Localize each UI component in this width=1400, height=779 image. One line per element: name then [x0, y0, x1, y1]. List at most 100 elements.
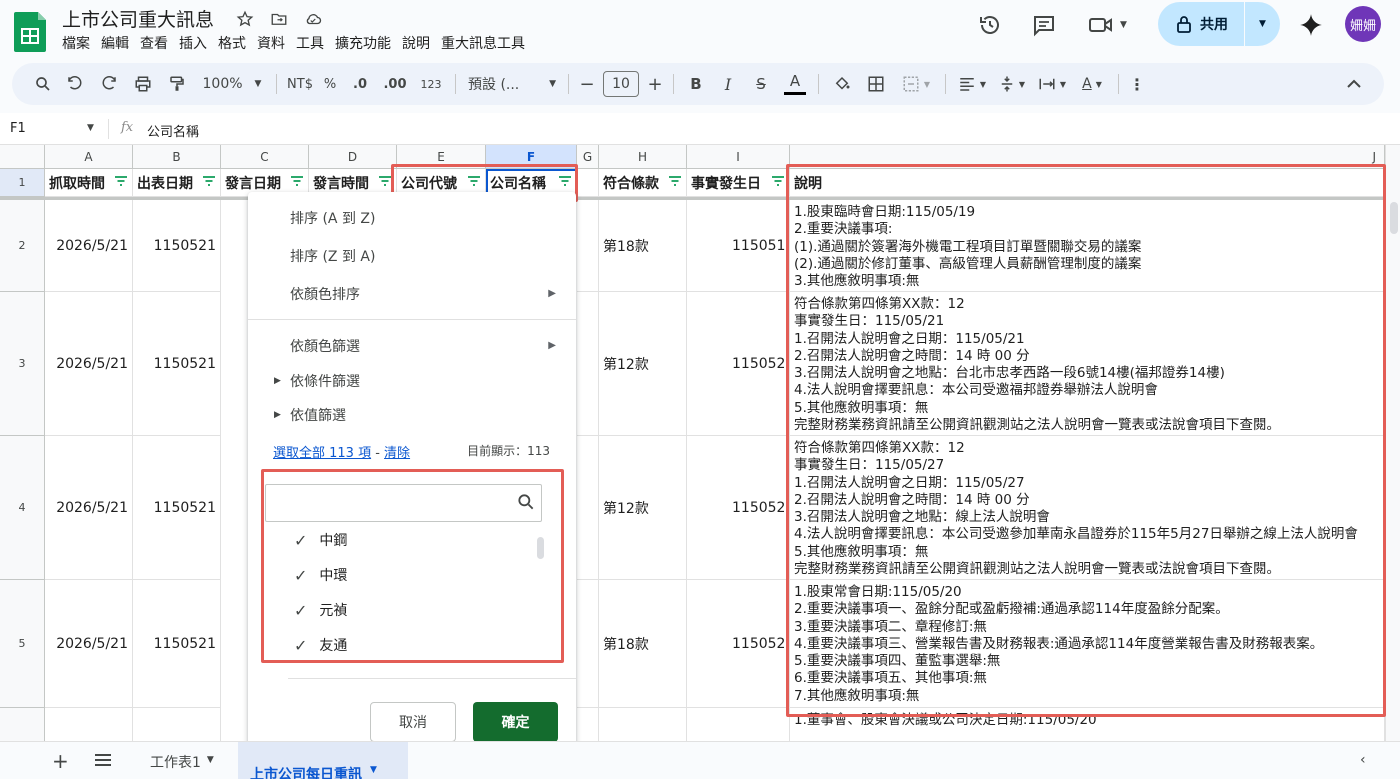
vertical-scrollbar[interactable]	[1385, 145, 1400, 741]
menu-tools[interactable]: 工具	[296, 33, 332, 53]
clear-link[interactable]: 清除	[384, 446, 410, 461]
cell-a5[interactable]: 2026/5/21	[45, 580, 133, 708]
menu-view[interactable]: 查看	[140, 33, 176, 53]
cloud-saved-icon[interactable]	[302, 8, 324, 30]
row-header-5[interactable]: 5	[0, 580, 45, 708]
menu-format[interactable]: 格式	[218, 33, 254, 53]
cell-b5[interactable]: 1150521	[133, 580, 221, 708]
star-icon[interactable]	[234, 8, 256, 30]
value-checkbox-item[interactable]: ✓ 中環	[294, 565, 347, 585]
filter-by-values[interactable]: 依值篩選	[290, 405, 346, 425]
menu-edit[interactable]: 編輯	[101, 33, 137, 53]
more-formats-button[interactable]: 123	[413, 70, 449, 98]
column-header-f[interactable]: F	[486, 145, 577, 169]
history-icon[interactable]	[978, 13, 1002, 41]
collapse-toolbar-icon[interactable]	[1342, 70, 1366, 98]
column-header-i[interactable]: I	[687, 145, 790, 169]
menu-insert[interactable]: 插入	[179, 33, 215, 53]
cell-b2[interactable]: 1150521	[133, 200, 221, 292]
header-cell-g[interactable]	[577, 169, 599, 197]
currency-format-button[interactable]: NT$	[283, 70, 317, 98]
cell-a6[interactable]	[45, 708, 133, 741]
cell-a4[interactable]: 2026/5/21	[45, 436, 133, 580]
cell-j2[interactable]: 1.股東臨時會日期:115/05/19 2.重要決議事項: (1).通過關於簽署…	[790, 200, 1385, 292]
add-sheet-icon[interactable]: +	[52, 749, 69, 773]
menu-help[interactable]: 說明	[402, 33, 438, 53]
menu-custom-tools[interactable]: 重大訊息工具	[441, 33, 533, 53]
cancel-button[interactable]: 取消	[370, 702, 456, 742]
column-header-d[interactable]: D	[309, 145, 397, 169]
expand-triangle-icon[interactable]: ▶	[274, 410, 281, 420]
column-header-e[interactable]: E	[397, 145, 486, 169]
row-header-3[interactable]: 3	[0, 292, 45, 436]
expand-triangle-icon[interactable]: ▶	[274, 376, 281, 386]
value-checkbox-item[interactable]: ✓ 友通	[294, 635, 347, 655]
zoom-select[interactable]: 100% ▼	[194, 70, 270, 98]
sort-by-color[interactable]: 依顏色排序	[290, 284, 360, 304]
column-header-g[interactable]: G	[577, 145, 599, 169]
strikethrough-icon[interactable]: S	[744, 70, 778, 98]
text-rotation-icon[interactable]: A ▼	[1072, 70, 1112, 98]
cell-g3[interactable]	[577, 292, 599, 436]
increase-decimal-button[interactable]: .00	[377, 70, 413, 98]
column-header-c[interactable]: C	[221, 145, 309, 169]
ok-button[interactable]: 確定	[473, 702, 558, 742]
cell-g5[interactable]	[577, 580, 599, 708]
menu-data[interactable]: 資料	[257, 33, 293, 53]
cell-h4[interactable]: 第12款	[599, 436, 687, 580]
row-header-2[interactable]: 2	[0, 200, 45, 292]
header-cell-h[interactable]: 符合條款	[599, 169, 687, 197]
font-family-select[interactable]: 預設 (... ▼	[462, 70, 562, 98]
header-cell-i[interactable]: 事實發生日	[687, 169, 790, 197]
italic-icon[interactable]: I	[712, 70, 744, 98]
sheets-logo-icon[interactable]	[14, 10, 48, 54]
values-scrollbar-thumb[interactable]	[537, 537, 544, 559]
column-header-h[interactable]: H	[599, 145, 687, 169]
filter-by-condition[interactable]: 依條件篩選	[290, 371, 360, 391]
more-options-icon[interactable]: ⋮	[1125, 70, 1149, 98]
row-header-6[interactable]	[0, 708, 45, 741]
share-dropdown[interactable]: ▼	[1244, 2, 1280, 46]
cell-h6[interactable]	[599, 708, 687, 741]
select-all-corner[interactable]	[0, 145, 45, 169]
chevron-down-icon[interactable]: ▼	[87, 123, 94, 133]
decrease-font-size-button[interactable]: −	[575, 70, 599, 98]
filter-icon[interactable]	[668, 175, 682, 187]
cell-g2[interactable]	[577, 200, 599, 292]
undo-icon[interactable]	[58, 70, 92, 98]
scroll-tabs-left-icon[interactable]: ‹	[1360, 752, 1366, 768]
bold-icon[interactable]: B	[680, 70, 712, 98]
text-color-icon[interactable]: A	[778, 70, 812, 98]
column-header-j[interactable]: J	[790, 145, 1385, 169]
sheet-tab-2[interactable]: 上市公司每日重訊 ▼	[238, 742, 408, 779]
cell-j6[interactable]: 1.董事會、股東會決議或公司決定日期:115/05/20	[790, 708, 1385, 741]
gemini-icon[interactable]	[1298, 12, 1324, 42]
filter-icon[interactable]	[771, 175, 785, 187]
cell-i4[interactable]: 1150527	[687, 436, 790, 580]
share-button[interactable]: 共用 ▼	[1158, 2, 1280, 46]
vertical-align-icon[interactable]: ▼	[992, 70, 1032, 98]
cell-h2[interactable]: 第18款	[599, 200, 687, 292]
move-folder-icon[interactable]	[268, 8, 290, 30]
borders-icon[interactable]	[859, 70, 893, 98]
value-checkbox-item[interactable]: ✓ 元禎	[294, 600, 347, 620]
header-cell-j[interactable]: 說明	[790, 169, 1385, 197]
avatar[interactable]: 姍姍	[1345, 6, 1381, 42]
cell-j3[interactable]: 符合條款第四條第XX款：12 事實發生日：115/05/21 1.召開法人說明會…	[790, 292, 1385, 436]
cell-g6[interactable]	[577, 708, 599, 741]
horizontal-align-icon[interactable]: ▼	[952, 70, 992, 98]
fill-color-icon[interactable]	[825, 70, 859, 98]
cell-i6[interactable]	[687, 708, 790, 741]
cell-a2[interactable]: 2026/5/21	[45, 200, 133, 292]
print-icon[interactable]	[126, 70, 160, 98]
menu-extensions[interactable]: 擴充功能	[335, 33, 399, 53]
decrease-decimal-button[interactable]: .0	[343, 70, 377, 98]
merge-cells-icon[interactable]: ▼	[893, 70, 939, 98]
sort-z-to-a[interactable]: 排序 (Z 到 A)	[290, 246, 375, 266]
cell-b6[interactable]	[133, 708, 221, 741]
header-cell-b[interactable]: 出表日期	[133, 169, 221, 197]
values-search-input[interactable]	[265, 484, 542, 522]
document-title[interactable]: 上市公司重大訊息	[62, 5, 214, 32]
cell-j5[interactable]: 1.股東常會日期:115/05/20 2.重要決議事項一、盈餘分配或盈虧撥補:通…	[790, 580, 1385, 708]
cell-i2[interactable]: 1150519	[687, 200, 790, 292]
